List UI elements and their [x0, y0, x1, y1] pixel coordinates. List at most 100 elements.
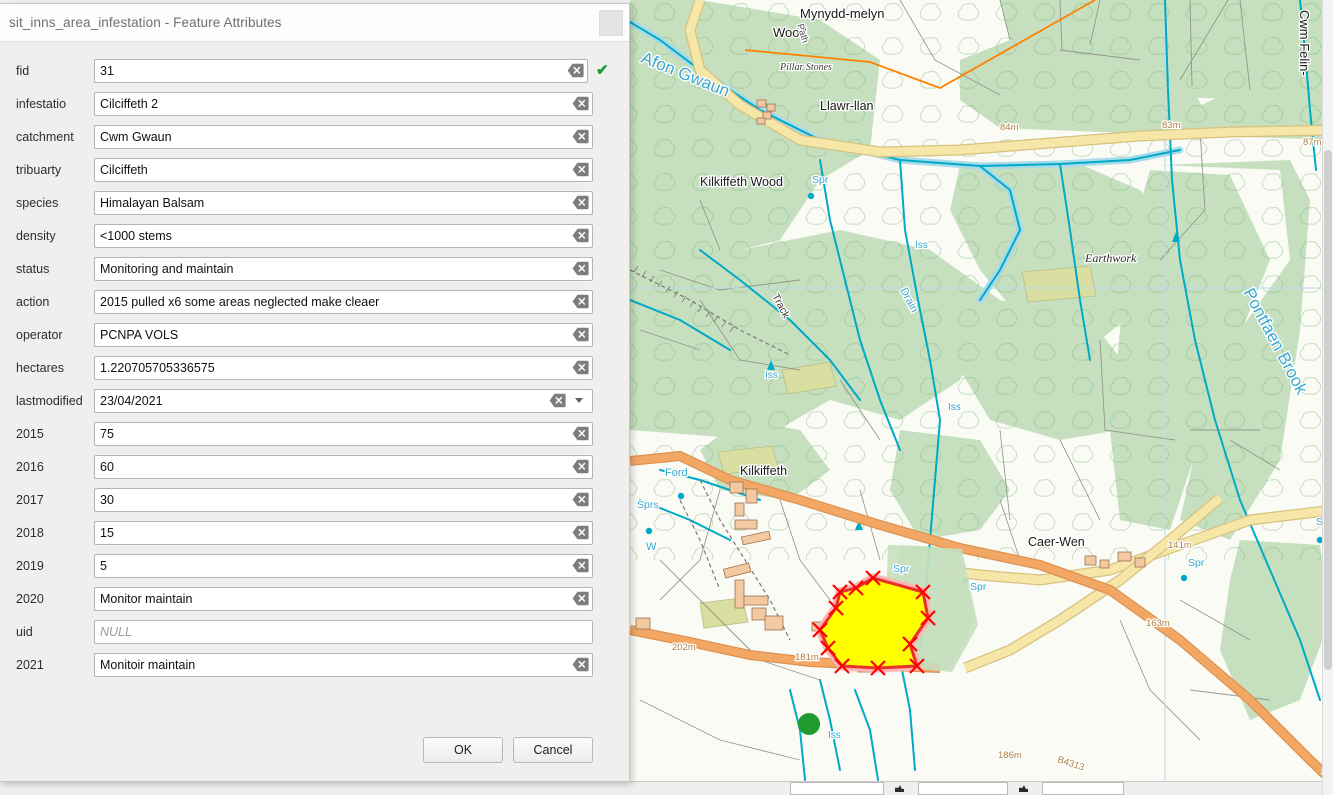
- attribute-input-2019[interactable]: [94, 553, 593, 578]
- attribute-input-wrap-catchment: [94, 124, 593, 149]
- attribute-input-action[interactable]: [94, 289, 593, 314]
- attribute-input-wrap-2020: [94, 586, 593, 611]
- clear-field-icon[interactable]: [572, 426, 589, 441]
- dialog-titlebar[interactable]: sit_inns_area_infestation - Feature Attr…: [0, 4, 629, 42]
- attribute-input-tribuarty[interactable]: [94, 157, 593, 182]
- map-label: Sprs: [637, 499, 659, 511]
- map-label: Iss: [828, 730, 841, 741]
- attribute-input-2018[interactable]: [94, 520, 593, 545]
- attribute-row-catchment: catchment: [16, 120, 593, 153]
- attribute-input-species[interactable]: [94, 190, 593, 215]
- dialog-close-button[interactable]: [599, 9, 623, 36]
- attribute-input-2016[interactable]: [94, 454, 593, 479]
- clear-field-icon[interactable]: [572, 492, 589, 507]
- attribute-input-status[interactable]: [94, 256, 593, 281]
- clear-field-icon[interactable]: [572, 162, 589, 177]
- attribute-label-hectares: hectares: [16, 360, 64, 375]
- valid-check-icon: ✔: [596, 62, 609, 79]
- clear-field-icon[interactable]: [572, 261, 589, 276]
- cancel-button[interactable]: Cancel: [513, 737, 593, 763]
- clear-field-icon[interactable]: [572, 96, 589, 111]
- attribute-input-wrap-infestatio: [94, 91, 593, 116]
- attribute-input-wrap-tribuarty: [94, 157, 593, 182]
- attribute-row-2020: 2020: [16, 582, 593, 615]
- clear-field-icon[interactable]: [572, 294, 589, 309]
- attribute-input-wrap-2017: [94, 487, 593, 512]
- dialog-title: sit_inns_area_infestation - Feature Attr…: [9, 15, 282, 30]
- map-label: Earthwork: [1084, 251, 1137, 265]
- attribute-row-density: density: [16, 219, 593, 252]
- attribute-label-2015: 2015: [16, 426, 44, 441]
- attribute-input-2020[interactable]: [94, 586, 593, 611]
- attribute-label-2019: 2019: [16, 558, 44, 573]
- attribute-input-catchment[interactable]: [94, 124, 593, 149]
- attribute-input-lastmodified[interactable]: [94, 388, 593, 413]
- clear-field-icon[interactable]: [572, 195, 589, 210]
- attribute-input-2017[interactable]: [94, 487, 593, 512]
- attribute-input-uid[interactable]: [94, 619, 593, 644]
- attribute-input-infestatio[interactable]: [94, 91, 593, 116]
- clear-field-icon[interactable]: [572, 525, 589, 540]
- attribute-row-2015: 2015: [16, 417, 593, 450]
- attribute-row-operator: operator: [16, 318, 593, 351]
- map-label: 186m: [998, 750, 1022, 761]
- attribute-input-operator[interactable]: [94, 322, 593, 347]
- attribute-row-hectares: hectares: [16, 351, 593, 384]
- attribute-input-wrap-hectares: [94, 355, 593, 380]
- attribute-input-2021[interactable]: [94, 652, 593, 677]
- status-scale-box[interactable]: [918, 782, 1008, 795]
- attribute-row-species: species: [16, 186, 593, 219]
- dialog-footer: OK Cancel: [0, 719, 629, 781]
- attribute-input-wrap-density: [94, 223, 593, 248]
- ok-button[interactable]: OK: [423, 737, 503, 763]
- map-label: 202m: [672, 642, 696, 653]
- attribute-label-2021: 2021: [16, 657, 44, 672]
- chevron-down-icon[interactable]: [568, 390, 590, 412]
- map-label: Spr: [970, 581, 987, 593]
- clear-field-icon[interactable]: [572, 360, 589, 375]
- clear-field-icon[interactable]: [572, 327, 589, 342]
- clear-field-icon[interactable]: [572, 459, 589, 474]
- map-label: Llawr-llan: [820, 99, 874, 113]
- attribute-label-2016: 2016: [16, 459, 44, 474]
- attribute-label-operator: operator: [16, 327, 63, 342]
- status-coordinate-box[interactable]: [790, 782, 884, 795]
- attribute-input-wrap-species: [94, 190, 593, 215]
- map-label: Kilkiffeth Wood: [700, 175, 783, 189]
- clear-field-icon[interactable]: [549, 393, 566, 408]
- clear-field-icon[interactable]: [572, 129, 589, 144]
- attribute-input-2015[interactable]: [94, 421, 593, 446]
- attribute-row-fid: fid ✔: [16, 54, 609, 87]
- attribute-input-wrap-lastmodified: [94, 388, 593, 413]
- attribute-label-lastmodified: lastmodified: [16, 393, 83, 408]
- attribute-label-uid: uid: [16, 624, 33, 639]
- map-label: W: [646, 541, 657, 553]
- map-label: 141m: [1168, 540, 1192, 551]
- map-label: 181m: [795, 652, 819, 663]
- status-rotation-box[interactable]: [1042, 782, 1124, 795]
- clear-field-icon[interactable]: [572, 657, 589, 672]
- clear-field-icon[interactable]: [572, 591, 589, 606]
- attribute-input-wrap-status: [94, 256, 593, 281]
- map-scrollbar-vertical[interactable]: [1322, 0, 1333, 795]
- attribute-input-hectares[interactable]: [94, 355, 593, 380]
- map-label: Spr: [812, 174, 829, 186]
- clear-field-icon[interactable]: [567, 63, 584, 78]
- map-label: 163m: [1146, 618, 1170, 629]
- attribute-input-wrap-uid: [94, 619, 593, 644]
- map-label: 83m: [1162, 120, 1181, 131]
- status-bar: [0, 781, 1333, 795]
- clear-field-icon[interactable]: [572, 228, 589, 243]
- attribute-input-wrap-2019: [94, 553, 593, 578]
- attribute-label-catchment: catchment: [16, 129, 74, 144]
- map-scrollbar-thumb[interactable]: [1324, 150, 1332, 670]
- map-label: Ford: [665, 467, 688, 479]
- attribute-label-tribuarty: tribuarty: [16, 162, 62, 177]
- attribute-input-density[interactable]: [94, 223, 593, 248]
- attribute-label-infestatio: infestatio: [16, 96, 67, 111]
- map-label: 84m: [1000, 122, 1019, 133]
- attribute-input-fid[interactable]: [94, 58, 588, 83]
- attribute-row-2018: 2018: [16, 516, 593, 549]
- clear-field-icon[interactable]: [572, 558, 589, 573]
- map-label: Kilkiffeth: [740, 464, 787, 478]
